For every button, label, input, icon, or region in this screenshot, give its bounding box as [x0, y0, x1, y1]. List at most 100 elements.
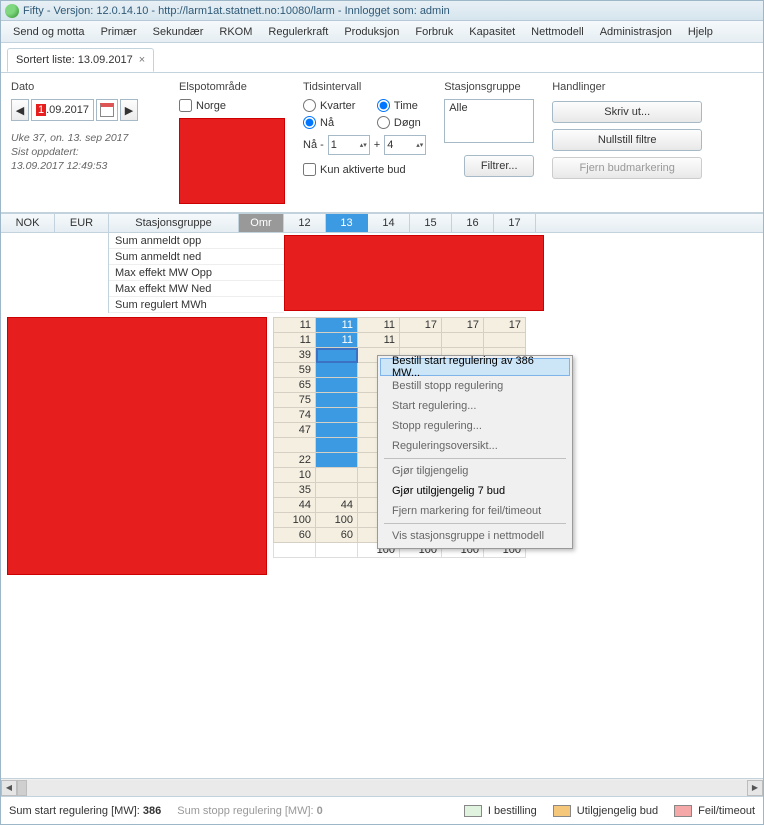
col-hour-12[interactable]: 12 [284, 214, 326, 232]
col-hour-15[interactable]: 15 [410, 214, 452, 232]
menu-sekundaer[interactable]: Sekundær [145, 24, 212, 40]
spinner-arrows-icon: ▴▾ [360, 142, 367, 149]
dogn-radio[interactable] [377, 116, 390, 129]
stasjonsgruppe-input[interactable]: Alle [444, 99, 534, 143]
col-omr[interactable]: Omr [239, 214, 284, 232]
sist-oppdatert-label: Sist oppdatert: [11, 145, 161, 159]
menu-forbruk[interactable]: Forbruk [407, 24, 461, 40]
date-next-button[interactable]: ▶ [120, 99, 138, 121]
app-window: Fifty - Versjon: 12.0.14.10 - http://lar… [0, 0, 764, 825]
menubar: Send og motta Primær Sekundær RKOM Regul… [1, 21, 763, 43]
swatch-feil [674, 805, 692, 817]
na-radio[interactable] [303, 116, 316, 129]
col-hour-14[interactable]: 14 [368, 214, 410, 232]
tidsintervall-label: Tidsintervall [303, 81, 426, 93]
na-plus-spinner[interactable]: 4▴▾ [384, 135, 426, 155]
time-label: Time [394, 100, 418, 112]
filtrer-button[interactable]: Filtrer... [464, 155, 534, 177]
kvarter-radio[interactable] [303, 99, 316, 112]
handlinger-label: Handlinger [552, 81, 702, 93]
menu-regulerkraft[interactable]: Regulerkraft [260, 24, 336, 40]
sum-stopp-label: Sum stopp regulering [MW]: [177, 805, 313, 817]
menu-administrasjon[interactable]: Administrasjon [592, 24, 680, 40]
na-minus-label: Nå - [303, 139, 324, 151]
dogn-label: Døgn [394, 117, 421, 129]
na-plus-label: + [374, 139, 380, 151]
col-nok[interactable]: NOK [1, 214, 55, 232]
date-input[interactable]: 1.09.2017 [31, 99, 94, 121]
menu-hjelp[interactable]: Hjelp [680, 24, 721, 40]
ctx-reguleringsoversikt: Reguleringsoversikt... [380, 436, 570, 456]
menu-produksjon[interactable]: Produksjon [336, 24, 407, 40]
skriv-ut-button[interactable]: Skriv ut... [552, 101, 702, 123]
swatch-utilgjengelig [553, 805, 571, 817]
menu-rkom[interactable]: RKOM [211, 24, 260, 40]
menu-kapasitet[interactable]: Kapasitet [461, 24, 523, 40]
ctx-separator [384, 523, 566, 524]
sist-oppdatert-value: 13.09.2017 12:49:53 [11, 159, 161, 173]
legend-utilgjengelig: Utilgjengelig bud [577, 805, 658, 817]
spinner-arrows-icon: ▴▾ [416, 142, 423, 149]
max-effekt-opp: Max effekt MW Opp [109, 265, 284, 281]
summary-rows: Sum anmeldt opp Sum anmeldt ned Max effe… [1, 233, 763, 313]
ctx-gjor-utilgjengelig[interactable]: Gjør utilgjengelig 7 bud [380, 481, 570, 501]
col-stasjonsgruppe[interactable]: Stasjonsgruppe [109, 214, 239, 232]
tab-close-icon[interactable]: × [139, 54, 145, 66]
legend-ibestilling: I bestilling [488, 805, 537, 817]
grid-header: NOK EUR Stasjonsgruppe Omr 12 13 14 15 1… [1, 213, 763, 233]
col-eur[interactable]: EUR [55, 214, 109, 232]
date-rest: .09.2017 [46, 104, 89, 116]
time-radio[interactable] [377, 99, 390, 112]
kun-aktiverte-label: Kun aktiverte bud [320, 164, 406, 176]
col-hour-17[interactable]: 17 [494, 214, 536, 232]
sum-start-value: 386 [143, 805, 161, 817]
ctx-vis-stasjonsgruppe: Vis stasjonsgruppe i nettmodell [380, 526, 570, 546]
rows-redacted-block [7, 317, 267, 575]
stasjonsgruppe-label: Stasjonsgruppe [444, 81, 534, 93]
date-prev-button[interactable]: ◀ [11, 99, 29, 121]
ctx-bestill-start[interactable]: Bestill start regulering av 386 MW... [380, 358, 570, 376]
filter-panel: Dato ◀ 1.09.2017 ▶ Uke 37, on. 13. sep 2… [1, 73, 763, 213]
statusbar: Sum start regulering [MW]: 386 Sum stopp… [1, 796, 763, 824]
sum-regulert: Sum regulert MWh [109, 297, 284, 313]
nullstill-label: Nullstill filtre [598, 134, 657, 146]
date-selected-part: 1 [36, 104, 46, 116]
ctx-stopp-regulering: Stopp regulering... [380, 416, 570, 436]
uke-info: Uke 37, on. 13. sep 2017 [11, 131, 161, 145]
na-label: Nå [320, 117, 334, 129]
tab-label: Sortert liste: 13.09.2017 [16, 54, 133, 66]
tab-sortert-liste[interactable]: Sortert liste: 13.09.2017 × [7, 48, 154, 72]
menu-primaer[interactable]: Primær [93, 24, 145, 40]
scroll-right-button[interactable]: ▶ [747, 780, 763, 796]
scroll-thumb[interactable] [17, 780, 27, 796]
kun-aktiverte-checkbox[interactable] [303, 163, 316, 176]
menu-nettmodell[interactable]: Nettmodell [523, 24, 592, 40]
scroll-track[interactable] [17, 780, 747, 796]
skriv-ut-label: Skriv ut... [604, 106, 650, 118]
elspot-redacted-block [179, 118, 285, 204]
sum-anmeldt-ned: Sum anmeldt ned [109, 249, 284, 265]
chevron-right-icon: ▶ [125, 104, 133, 117]
scroll-left-button[interactable]: ◀ [1, 780, 17, 796]
calendar-button[interactable] [96, 99, 118, 121]
fjern-label: Fjern budmarkering [580, 162, 675, 174]
window-title: Fifty - Versjon: 12.0.14.10 - http://lar… [23, 5, 450, 17]
nullstill-filtre-button[interactable]: Nullstill filtre [552, 129, 702, 151]
na-minus-spinner[interactable]: 1▴▾ [328, 135, 370, 155]
sum-anmeldt-opp: Sum anmeldt opp [109, 233, 284, 249]
col-hour-16[interactable]: 16 [452, 214, 494, 232]
max-effekt-ned: Max effekt MW Ned [109, 281, 284, 297]
stasjonsgruppe-value: Alle [449, 102, 467, 114]
data-body: 1111111717171111113959657574472210354444… [1, 313, 763, 579]
norge-label: Norge [196, 100, 226, 112]
legend-feil: Feil/timeout [698, 805, 755, 817]
kvarter-label: Kvarter [320, 100, 355, 112]
norge-checkbox[interactable] [179, 99, 192, 112]
context-menu: Bestill start regulering av 386 MW... Be… [377, 355, 573, 549]
sum-start-label: Sum start regulering [MW]: [9, 805, 140, 817]
col-hour-13[interactable]: 13 [326, 214, 368, 232]
menu-send-og-motta[interactable]: Send og motta [5, 24, 93, 40]
horizontal-scrollbar[interactable]: ◀ ▶ [1, 778, 763, 796]
summary-redacted-block [284, 235, 544, 311]
ctx-start-regulering: Start regulering... [380, 396, 570, 416]
